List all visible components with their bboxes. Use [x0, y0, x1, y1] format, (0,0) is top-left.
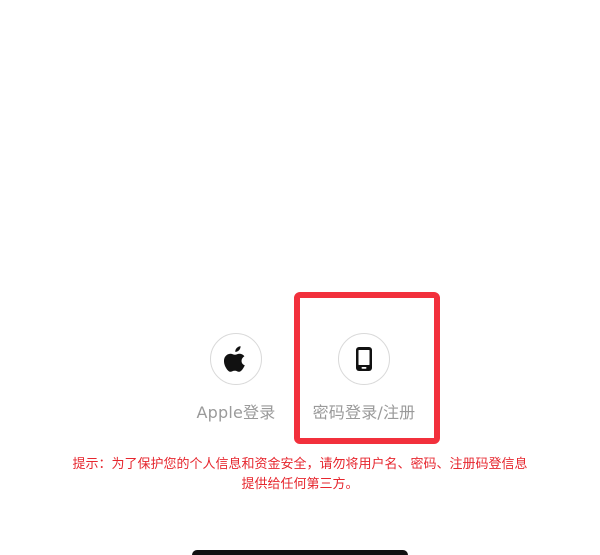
- password-login-label: 密码登录/注册: [312, 403, 416, 422]
- login-screen: Apple登录 密码登录/注册 提示：为了保护您的个人信息和资金安全，请勿将用户…: [0, 0, 600, 555]
- security-notice: 提示：为了保护您的个人信息和资金安全，请勿将用户名、密码、注册码登信息 提供给任…: [30, 455, 570, 495]
- apple-login-button[interactable]: Apple登录: [188, 333, 284, 423]
- security-notice-line-2: 提供给任何第三方。: [241, 477, 359, 492]
- security-notice-line-1: 提示：为了保护您的个人信息和资金安全，请勿将用户名、密码、注册码登信息: [72, 457, 528, 472]
- home-indicator: [192, 550, 408, 555]
- password-login-register-button[interactable]: 密码登录/注册: [304, 333, 424, 423]
- apple-login-label: Apple登录: [196, 403, 276, 422]
- apple-logo-icon: [224, 346, 245, 372]
- apple-login-icon-circle[interactable]: [210, 333, 262, 385]
- phone-icon: [356, 347, 372, 371]
- password-login-icon-circle[interactable]: [338, 333, 390, 385]
